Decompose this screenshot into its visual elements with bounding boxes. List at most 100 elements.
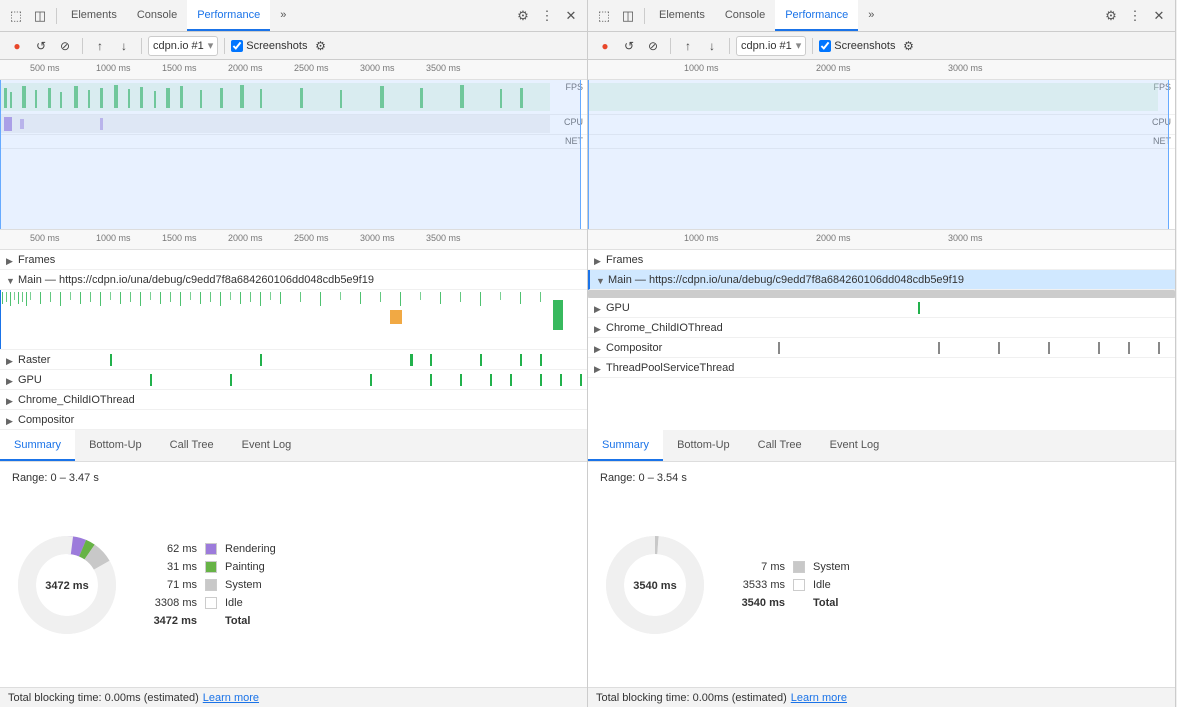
right-threadpool-triangle: ▶ bbox=[594, 364, 602, 372]
left-screenshots-toggle[interactable]: Screenshots bbox=[231, 40, 307, 52]
right-upload-btn[interactable]: ↑ bbox=[677, 35, 699, 57]
right-total-label: Total bbox=[813, 597, 838, 609]
left-inspect-icon[interactable]: ◫ bbox=[28, 4, 52, 28]
right-sep1 bbox=[644, 8, 645, 24]
right-tab-elements[interactable]: Elements bbox=[649, 0, 715, 31]
right-tab-eventlog[interactable]: Event Log bbox=[816, 430, 894, 461]
right-legend-system: 7 ms System bbox=[730, 561, 850, 573]
left-tab-console[interactable]: Console bbox=[127, 0, 187, 31]
left-tab-more[interactable]: » bbox=[270, 0, 296, 31]
left-cursor-icon[interactable]: ⬚ bbox=[4, 4, 28, 28]
left-tab-calltree[interactable]: Call Tree bbox=[156, 430, 228, 461]
right-frames-triangle: ▶ bbox=[594, 256, 602, 264]
left-frames-label: Frames bbox=[18, 254, 55, 266]
left-sep2 bbox=[82, 38, 83, 54]
right-sep2 bbox=[670, 38, 671, 54]
right-gear-icon[interactable]: ⚙ bbox=[1099, 4, 1123, 28]
right-frames-track[interactable]: ▶ Frames bbox=[588, 250, 1175, 270]
left-gear-icon[interactable]: ⚙ bbox=[511, 4, 535, 28]
left-status-text: Total blocking time: 0.00ms (estimated) bbox=[8, 692, 199, 704]
right-screenshots-gear[interactable]: ⚙ bbox=[897, 35, 919, 57]
left-more-icon[interactable]: ⋮ bbox=[535, 4, 559, 28]
right-record-btn[interactable]: ● bbox=[594, 35, 616, 57]
left-download-btn[interactable]: ↓ bbox=[113, 35, 135, 57]
right-total-value: 3540 ms bbox=[730, 597, 785, 609]
right-tab-performance[interactable]: Performance bbox=[775, 0, 858, 31]
right-close-icon[interactable]: ✕ bbox=[1147, 4, 1171, 28]
left-raster-track[interactable]: ▶ Raster bbox=[0, 350, 587, 370]
left-tab-bottomup[interactable]: Bottom-Up bbox=[75, 430, 156, 461]
right-sep4 bbox=[812, 38, 813, 54]
left-reload-btn[interactable]: ↺ bbox=[30, 35, 52, 57]
right-tick-2: 3000 ms bbox=[948, 63, 983, 73]
right-clear-btn[interactable]: ⊘ bbox=[642, 35, 664, 57]
right-childio-track[interactable]: ▶ Chrome_ChildIOThread bbox=[588, 318, 1175, 338]
left-rendering-swatch bbox=[205, 543, 217, 555]
left-toolbar2: ● ↺ ⊘ ↑ ↓ cdpn.io #1 ▾ Screenshots ⚙ bbox=[0, 32, 587, 60]
left-close-icon[interactable]: ✕ bbox=[559, 4, 583, 28]
left-total-label: Total bbox=[225, 615, 250, 627]
left-tab-performance[interactable]: Performance bbox=[187, 0, 270, 31]
left-summary-panel: Range: 0 – 3.47 s 3472 ms bbox=[0, 462, 587, 687]
left-raster-triangle: ▶ bbox=[6, 356, 14, 364]
left-tick-4: 2500 ms bbox=[294, 63, 329, 73]
right-summary-legend: 7 ms System 3533 ms Idle 3540 ms Total bbox=[730, 561, 850, 609]
right-tab-console[interactable]: Console bbox=[715, 0, 775, 31]
right-tab-summary[interactable]: Summary bbox=[588, 430, 663, 461]
left-status-bar: Total blocking time: 0.00ms (estimated) … bbox=[0, 687, 587, 707]
left-target-select[interactable]: cdpn.io #1 ▾ bbox=[148, 36, 218, 56]
right-net-area: NET bbox=[588, 135, 1175, 149]
right-gpu-track[interactable]: ▶ GPU bbox=[588, 298, 1175, 318]
left-screenshots-gear[interactable]: ⚙ bbox=[309, 35, 331, 57]
right-status-text: Total blocking time: 0.00ms (estimated) bbox=[596, 692, 787, 704]
right-idle-label: Idle bbox=[813, 579, 831, 591]
right-donut-chart: 3540 ms bbox=[600, 530, 710, 640]
left-record-btn[interactable]: ● bbox=[6, 35, 28, 57]
left-sep1 bbox=[56, 8, 57, 24]
left-bottom-tabs: Summary Bottom-Up Call Tree Event Log bbox=[0, 430, 587, 462]
right-nav-tabs: Elements Console Performance » bbox=[649, 0, 884, 31]
left-tick-2: 1500 ms bbox=[162, 63, 197, 73]
right-screenshots-toggle[interactable]: Screenshots bbox=[819, 40, 895, 52]
left-fps-svg bbox=[0, 80, 587, 114]
left-donut-chart: 3472 ms bbox=[12, 530, 122, 640]
left-idle-label: Idle bbox=[225, 597, 243, 609]
left-clear-btn[interactable]: ⊘ bbox=[54, 35, 76, 57]
left-summary-content: 3472 ms 62 ms Rendering 31 ms Painting 7… bbox=[12, 492, 575, 677]
left-cpu-svg bbox=[0, 115, 587, 134]
right-tick-1: 2000 ms bbox=[816, 63, 851, 73]
right-compositor-triangle: ▶ bbox=[594, 344, 602, 352]
right-childio-triangle: ▶ bbox=[594, 324, 602, 332]
left-gpu-track[interactable]: ▶ GPU bbox=[0, 370, 587, 390]
left-tab-summary[interactable]: Summary bbox=[0, 430, 75, 461]
right-legend-idle: 3533 ms Idle bbox=[730, 579, 850, 591]
right-target-select[interactable]: cdpn.io #1 ▾ bbox=[736, 36, 806, 56]
right-flamechart-ruler: 1000 ms 2000 ms 3000 ms bbox=[588, 230, 1175, 250]
left-main-track[interactable]: ▼ Main — https://cdpn.io/una/debug/c9edd… bbox=[0, 270, 587, 290]
right-learn-more-link[interactable]: Learn more bbox=[791, 692, 847, 704]
right-tab-bottomup[interactable]: Bottom-Up bbox=[663, 430, 744, 461]
right-threadpool-track[interactable]: ▶ ThreadPoolServiceThread bbox=[588, 358, 1175, 378]
left-main-label: Main — https://cdpn.io/una/debug/c9edd7f… bbox=[18, 274, 374, 286]
right-inspect-icon[interactable]: ◫ bbox=[616, 4, 640, 28]
right-gpu-triangle: ▶ bbox=[594, 304, 602, 312]
left-legend-painting: 31 ms Painting bbox=[142, 561, 276, 573]
right-status-bar: Total blocking time: 0.00ms (estimated) … bbox=[588, 687, 1175, 707]
left-upload-btn[interactable]: ↑ bbox=[89, 35, 111, 57]
right-cursor-icon[interactable]: ⬚ bbox=[592, 4, 616, 28]
right-legend-total: 3540 ms Total bbox=[730, 597, 850, 609]
left-childio-track[interactable]: ▶ Chrome_ChildIOThread bbox=[0, 390, 587, 410]
left-frames-track[interactable]: ▶ Frames bbox=[0, 250, 587, 270]
right-tab-more[interactable]: » bbox=[858, 0, 884, 31]
left-tab-eventlog[interactable]: Event Log bbox=[228, 430, 306, 461]
right-reload-btn[interactable]: ↺ bbox=[618, 35, 640, 57]
right-download-btn[interactable]: ↓ bbox=[701, 35, 723, 57]
left-tick-0: 500 ms bbox=[30, 63, 60, 73]
right-compositor-track[interactable]: ▶ Compositor bbox=[588, 338, 1175, 358]
left-compositor-track[interactable]: ▶ Compositor bbox=[0, 410, 587, 430]
right-more-icon[interactable]: ⋮ bbox=[1123, 4, 1147, 28]
left-learn-more-link[interactable]: Learn more bbox=[203, 692, 259, 704]
right-main-track[interactable]: ▼ Main — https://cdpn.io/una/debug/c9edd… bbox=[588, 270, 1175, 290]
left-tab-elements[interactable]: Elements bbox=[61, 0, 127, 31]
right-tab-calltree[interactable]: Call Tree bbox=[744, 430, 816, 461]
